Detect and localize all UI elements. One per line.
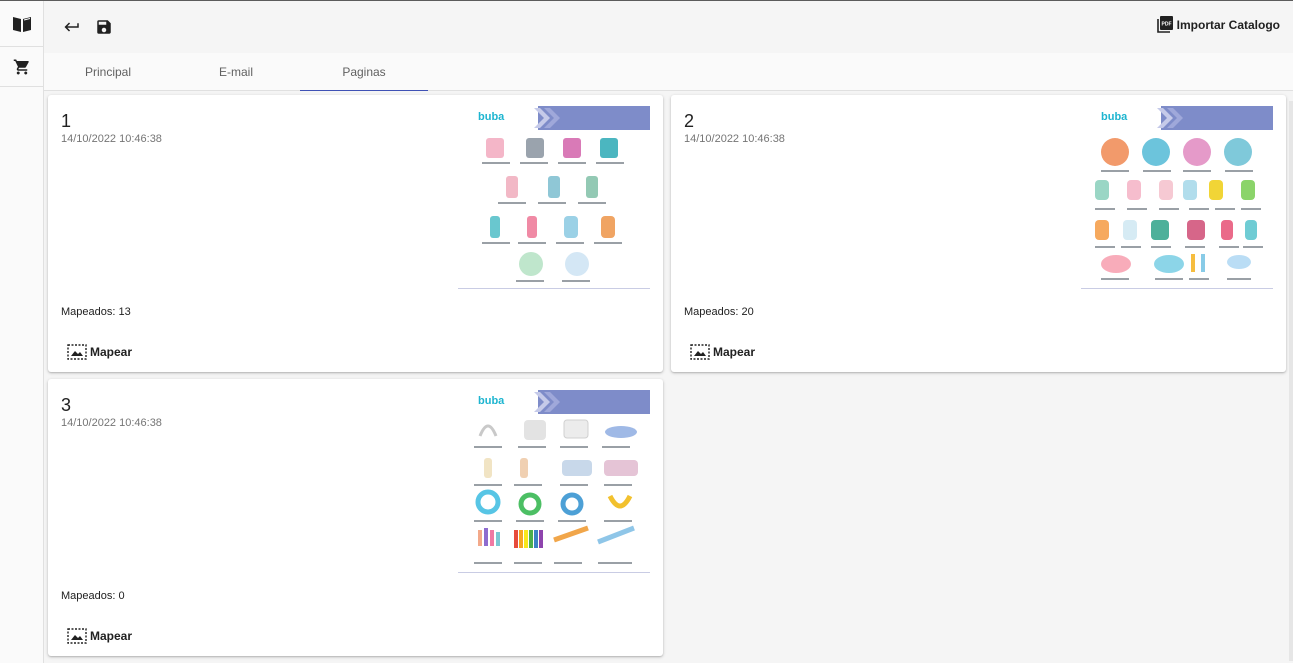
toolbar: PDF Importar Catalogo	[44, 1, 1293, 53]
page-date: 14/10/2022 10:46:38	[61, 133, 162, 145]
rail-item-catalog[interactable]	[0, 1, 43, 47]
side-rail	[0, 1, 44, 663]
tab-paginas[interactable]: Paginas	[300, 53, 428, 91]
tab-paginas-label: Paginas	[342, 64, 386, 79]
svg-text:PDF: PDF	[1161, 22, 1171, 28]
floppy-save-icon	[97, 20, 111, 34]
map-button-label: Mapear	[713, 345, 756, 359]
page-date: 14/10/2022 10:46:38	[684, 133, 785, 145]
thumb-products-image	[1095, 138, 1263, 280]
tab-email-label: E-mail	[218, 65, 253, 79]
image-select-icon	[67, 628, 87, 644]
mapped-count: Mapeados: 13	[61, 306, 131, 318]
page-card: 3 14/10/2022 10:46:38 buba Mapeados: 0 M…	[48, 379, 663, 656]
map-button[interactable]: Mapear	[67, 628, 132, 644]
pages-grid: 1 14/10/2022 10:46:38 buba Mapeados: 13 …	[44, 91, 1293, 663]
page-thumbnail[interactable]: buba	[458, 390, 650, 573]
thumb-logo: buba	[478, 111, 505, 123]
book-open-icon	[12, 16, 31, 32]
scrollbar[interactable]	[1289, 101, 1293, 661]
page-card: 2 14/10/2022 10:46:38 buba Mapeados: 20 …	[671, 95, 1286, 372]
back-button[interactable]	[60, 15, 84, 39]
map-button-label: Mapear	[90, 345, 133, 359]
map-button[interactable]: Mapear	[690, 344, 755, 360]
thumb-products-image	[482, 138, 624, 282]
chevron-decoration-icon	[1157, 108, 1183, 128]
tab-principal[interactable]: Principal	[44, 53, 172, 91]
page-thumbnail[interactable]: buba	[458, 106, 650, 289]
save-button[interactable]	[92, 15, 116, 39]
pdf-file-icon: PDF	[1156, 16, 1173, 33]
page-date: 14/10/2022 10:46:38	[61, 417, 162, 429]
mapped-count: Mapeados: 0	[61, 590, 125, 602]
thumb-logo: buba	[1101, 111, 1128, 123]
page-card: 1 14/10/2022 10:46:38 buba Mapeados: 13 …	[48, 95, 663, 372]
map-button-label: Mapear	[90, 629, 133, 643]
page-thumbnail[interactable]: buba	[1081, 106, 1273, 289]
page-number: 2	[684, 111, 695, 131]
thumb-logo: buba	[478, 395, 505, 407]
thumb-products-image	[474, 419, 638, 564]
page-number: 3	[61, 395, 72, 415]
image-select-icon	[690, 344, 710, 360]
tab-principal-label: Principal	[84, 65, 132, 79]
chevron-decoration-icon	[534, 392, 560, 412]
chevron-decoration-icon	[534, 108, 560, 128]
rail-item-cart[interactable]	[0, 47, 43, 87]
import-catalog-button[interactable]: PDF Importar Catalogo	[1156, 16, 1280, 33]
page-number: 1	[61, 111, 72, 131]
import-catalog-label: Importar Catalogo	[1176, 17, 1280, 32]
undo-arrow-icon	[64, 22, 79, 32]
tab-bar: Principal E-mail Paginas	[44, 53, 1293, 91]
cart-icon	[13, 59, 29, 74]
image-select-icon	[67, 344, 87, 360]
mapped-count: Mapeados: 20	[684, 306, 754, 318]
map-button[interactable]: Mapear	[67, 344, 132, 360]
tab-email[interactable]: E-mail	[172, 53, 300, 91]
